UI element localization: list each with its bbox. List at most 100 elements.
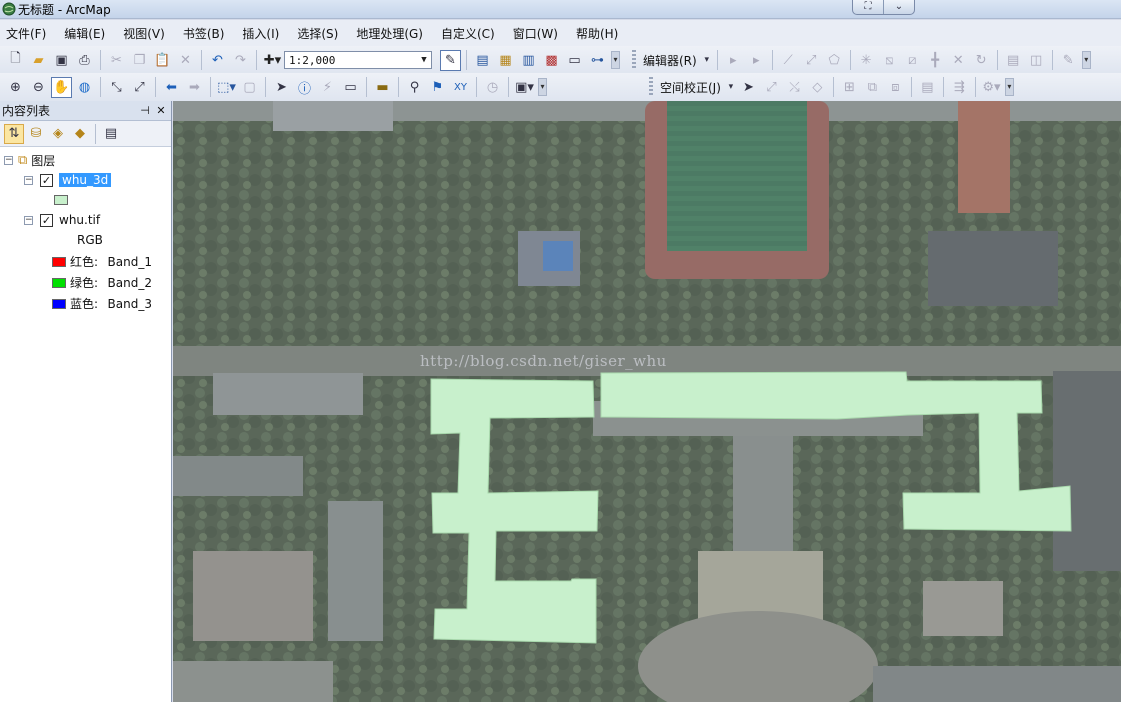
catalog-icon[interactable]: ▦ bbox=[495, 50, 516, 71]
toolbar-options-icon[interactable]: ▾ bbox=[1081, 51, 1091, 69]
full-extent-globe-icon[interactable]: ◍ bbox=[74, 77, 95, 98]
layers-root-row[interactable]: − ⧉ 图层 bbox=[4, 151, 55, 169]
chevron-down-icon[interactable]: ⌄ bbox=[883, 0, 914, 14]
view-link-table-icon[interactable]: ⊞ bbox=[839, 77, 860, 98]
model-builder-icon[interactable]: ⊶ bbox=[587, 50, 608, 71]
create-viewer-window-icon[interactable]: ▣▾ bbox=[514, 77, 535, 98]
table-of-contents-icon[interactable]: ▤ bbox=[472, 50, 493, 71]
fixed-zoom-out-icon[interactable]: ⤢ bbox=[129, 77, 150, 98]
pan-hand-icon[interactable]: ✋ bbox=[51, 76, 72, 98]
zoom-in-icon[interactable]: ⊕ bbox=[5, 77, 26, 98]
menu-insert[interactable]: 插入(I) bbox=[242, 25, 287, 42]
delete-icon[interactable]: ✕ bbox=[175, 50, 196, 71]
collapse-icon[interactable]: − bbox=[24, 215, 33, 225]
clear-selection-icon[interactable]: ▢ bbox=[239, 77, 260, 98]
sketch-properties-icon[interactable]: ◫ bbox=[1026, 50, 1047, 71]
menu-edit[interactable]: 编辑(E) bbox=[64, 25, 113, 42]
map-scale-combobox[interactable]: 1:2,000 ▼ bbox=[284, 51, 432, 69]
layer-row-whu-3d[interactable]: − ✓ whu_3d bbox=[24, 171, 112, 189]
layer-visibility-checkbox[interactable]: ✓ bbox=[40, 213, 53, 227]
find-route-icon[interactable]: ⚑ bbox=[427, 77, 448, 98]
html-popup-icon[interactable]: ▭ bbox=[340, 77, 361, 98]
toolbar-grip[interactable] bbox=[632, 50, 636, 70]
menu-view[interactable]: 视图(V) bbox=[123, 25, 173, 42]
cut-polygons-icon[interactable]: ⧄ bbox=[902, 50, 923, 71]
spatial-adjustment-menu-button[interactable]: 空间校正(J) bbox=[656, 79, 725, 96]
list-by-drawing-order-icon[interactable]: ⇅ bbox=[4, 123, 24, 144]
collapse-icon[interactable]: − bbox=[24, 175, 33, 185]
measure-icon[interactable]: ▬ bbox=[372, 77, 393, 98]
menu-geoprocessing[interactable]: 地理处理(G) bbox=[356, 25, 431, 42]
blue-band-swatch[interactable] bbox=[52, 298, 66, 309]
limited-adjustment-icon[interactable]: ⧉ bbox=[862, 77, 883, 98]
list-by-visibility-icon[interactable]: ◈ bbox=[48, 124, 68, 144]
save-icon[interactable]: ▣ bbox=[51, 50, 72, 71]
undo-icon[interactable]: ↶ bbox=[207, 50, 228, 71]
attribute-transfer-icon[interactable]: ▤ bbox=[917, 77, 938, 98]
red-band-swatch[interactable] bbox=[52, 256, 66, 267]
straight-segment-icon[interactable]: ⟋ bbox=[778, 50, 799, 71]
layer-name[interactable]: whu.tif bbox=[59, 213, 100, 227]
select-features-icon[interactable]: ⬚▾ bbox=[216, 77, 237, 98]
arctoolbox-icon[interactable]: ▩ bbox=[541, 50, 562, 71]
editor-toolbar-toggle-icon[interactable]: ✎ bbox=[440, 49, 461, 71]
cut-icon[interactable]: ✂ bbox=[106, 50, 127, 71]
layer-visibility-checkbox[interactable]: ✓ bbox=[40, 173, 53, 187]
identify-icon[interactable]: ⓘ bbox=[294, 77, 315, 98]
edit-vertices-icon[interactable]: ✳ bbox=[856, 50, 877, 71]
hyperlink-icon[interactable]: ⚡ bbox=[317, 77, 338, 98]
reshape-icon[interactable]: ⧅ bbox=[879, 50, 900, 71]
rotate-icon[interactable]: ✕ bbox=[948, 50, 969, 71]
layer-name[interactable]: whu_3d bbox=[59, 173, 112, 187]
collapse-icon[interactable]: − bbox=[4, 155, 13, 165]
copy-icon[interactable]: ❐ bbox=[129, 50, 150, 71]
menu-help[interactable]: 帮助(H) bbox=[576, 25, 626, 42]
go-forward-arrow-icon[interactable]: ➡ bbox=[184, 77, 205, 98]
close-icon[interactable]: ✕ bbox=[153, 104, 169, 117]
new-document-icon[interactable]: 🗋 bbox=[5, 50, 26, 71]
list-by-selection-icon[interactable]: ◆ bbox=[70, 124, 90, 144]
add-data-icon[interactable]: ✚▾ bbox=[262, 50, 283, 71]
find-binoculars-icon[interactable]: ⚲ bbox=[404, 77, 425, 98]
symbol-row[interactable] bbox=[54, 191, 68, 209]
edit-tool-icon[interactable]: ▸ bbox=[723, 50, 744, 71]
polygon-symbol-swatch[interactable] bbox=[54, 195, 68, 205]
list-by-source-icon[interactable]: ⛁ bbox=[26, 124, 46, 144]
paste-icon[interactable]: 📋 bbox=[152, 50, 173, 71]
redo-icon[interactable]: ↷ bbox=[230, 50, 251, 71]
toolbar-options-icon[interactable]: ▾ bbox=[1004, 78, 1014, 96]
create-features-icon[interactable]: ✎ bbox=[1058, 50, 1079, 71]
select-elements-arrow-icon[interactable]: ➤ bbox=[738, 77, 759, 98]
open-folder-icon[interactable]: ▰ bbox=[28, 50, 49, 71]
chevron-down-icon[interactable]: ▼ bbox=[417, 55, 431, 65]
go-back-arrow-icon[interactable]: ⬅ bbox=[161, 77, 182, 98]
print-icon[interactable]: ⎙ bbox=[74, 50, 95, 71]
chevron-down-icon[interactable]: ▾ bbox=[702, 50, 712, 71]
trace-icon[interactable]: ⬠ bbox=[824, 50, 845, 71]
split-icon[interactable]: ╋ bbox=[925, 50, 946, 71]
endpoint-arc-icon[interactable]: ⤢ bbox=[801, 50, 822, 71]
new-displacement-link-icon[interactable]: ⤢ bbox=[761, 77, 782, 98]
attributes-icon[interactable]: ▤ bbox=[1003, 50, 1024, 71]
menu-selection[interactable]: 选择(S) bbox=[297, 25, 346, 42]
menu-bookmarks[interactable]: 书签(B) bbox=[183, 25, 233, 42]
fixed-zoom-in-icon[interactable]: ⤡ bbox=[106, 77, 127, 98]
green-band-swatch[interactable] bbox=[52, 277, 66, 288]
adjust-icon[interactable]: ⚙▾ bbox=[981, 77, 1002, 98]
search-window-icon[interactable]: ▥ bbox=[518, 50, 539, 71]
modify-link-icon[interactable]: ⤯ bbox=[784, 77, 805, 98]
options-icon[interactable]: ▤ bbox=[101, 124, 121, 144]
map-display[interactable]: http://blog.csdn.net/giser_whu bbox=[173, 101, 1121, 702]
menu-windows[interactable]: 窗口(W) bbox=[513, 25, 566, 42]
toolbar-options-icon[interactable]: ▾ bbox=[611, 51, 620, 69]
python-window-icon[interactable]: ▭ bbox=[564, 50, 585, 71]
go-to-xy-icon[interactable]: XY bbox=[450, 77, 471, 98]
menu-customize[interactable]: 自定义(C) bbox=[441, 25, 503, 42]
multiple-link-icon[interactable]: ◇ bbox=[807, 77, 828, 98]
editor-menu-button[interactable]: 编辑器(R) bbox=[639, 52, 701, 69]
menu-file[interactable]: 文件(F) bbox=[6, 25, 54, 42]
pin-icon[interactable]: ⊣ bbox=[137, 104, 153, 117]
chevron-down-icon[interactable]: ▾ bbox=[726, 77, 736, 98]
rotate-tool-icon[interactable]: ↻ bbox=[971, 50, 992, 71]
time-slider-icon[interactable]: ◷ bbox=[482, 77, 503, 98]
